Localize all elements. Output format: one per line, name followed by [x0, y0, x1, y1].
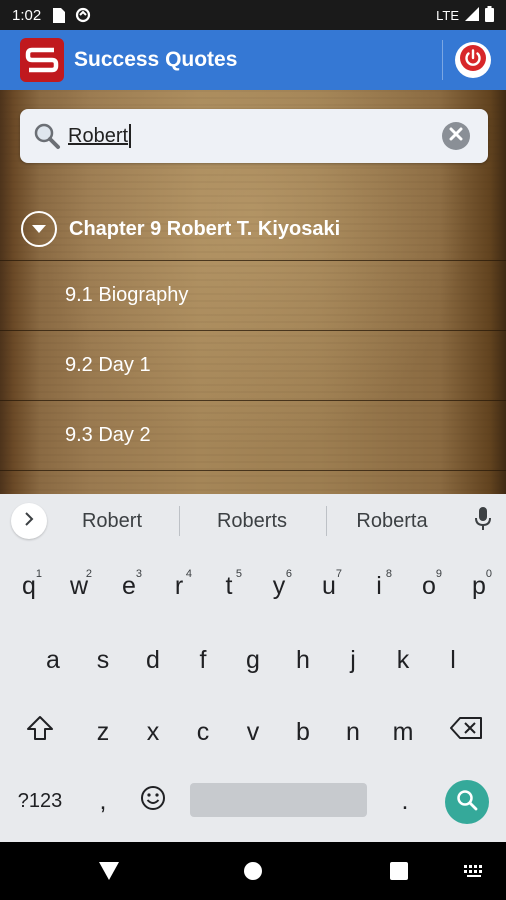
navigation-bar [0, 842, 506, 900]
list-item-label: 9.3 Day 2 [65, 424, 151, 446]
chapter-header[interactable]: Chapter 9 Robert T. Kiyosaki [0, 198, 506, 260]
keyboard: q1w2e3r4t5y6u7i8o9p0 asdfghjkl zxcvbnm ?… [0, 548, 506, 842]
content-area: Robert Chapter 9 Robert T. Kiyosaki 9.1 … [0, 90, 506, 494]
key-x[interactable]: x [128, 704, 178, 760]
key-h[interactable]: h [278, 632, 328, 688]
backspace-icon [450, 716, 482, 746]
battery-icon [485, 5, 494, 25]
clear-icon [449, 127, 463, 146]
key-r[interactable]: r4 [154, 558, 204, 614]
suggestion-2[interactable]: Roberts [187, 494, 317, 548]
key-hint: 0 [485, 568, 492, 580]
key-n[interactable]: n [328, 704, 378, 760]
suggestion-3[interactable]: Roberta [332, 494, 452, 548]
key-hint: 7 [335, 568, 342, 580]
list-item-label: 9.2 Day 1 [65, 354, 151, 376]
app-bar: Success Quotes [0, 30, 506, 90]
key-hint: 5 [235, 568, 242, 580]
chevron-down-icon[interactable] [21, 211, 57, 247]
suggestion-1[interactable]: Robert [52, 494, 172, 548]
network-type: LTE [436, 7, 459, 23]
spacebar[interactable] [190, 783, 367, 817]
key-m[interactable]: m [378, 704, 428, 760]
comma-key[interactable]: , [78, 776, 128, 826]
list-item[interactable]: 9.1 Biography [0, 260, 506, 330]
key-l[interactable]: l [428, 632, 478, 688]
keyboard-switch-icon[interactable] [456, 842, 492, 900]
data-saver-icon [75, 7, 91, 23]
key-p[interactable]: p0 [454, 558, 504, 614]
key-q[interactable]: q1 [4, 558, 54, 614]
key-y[interactable]: y6 [254, 558, 304, 614]
app-bar-divider [442, 40, 443, 80]
key-j[interactable]: j [328, 632, 378, 688]
list-item[interactable]: 9.2 Day 1 [0, 330, 506, 400]
text-cursor [129, 124, 132, 148]
key-v[interactable]: v [228, 704, 278, 760]
recents-icon[interactable] [374, 842, 424, 900]
emoji-icon [140, 785, 166, 818]
status-bar: 1:02 LTE [0, 0, 506, 30]
key-t[interactable]: t5 [204, 558, 254, 614]
chapter-title: Chapter 9 Robert T. Kiyosaki [69, 217, 341, 240]
list-item[interactable] [0, 470, 506, 494]
emoji-key[interactable] [128, 776, 178, 826]
signal-icon [465, 6, 479, 24]
key-hint: 4 [185, 568, 192, 580]
sim-card-icon [53, 7, 66, 23]
key-z[interactable]: z [78, 704, 128, 760]
key-o[interactable]: o9 [404, 558, 454, 614]
suggestion-divider [326, 506, 327, 536]
key-hint: 3 [135, 568, 142, 580]
list-item-label: 9.1 Biography [65, 284, 189, 306]
suggestion-divider [179, 506, 180, 536]
shift-icon [26, 715, 54, 748]
status-time: 1:02 [12, 6, 42, 24]
app-title: Success Quotes [74, 48, 238, 71]
expand-suggestions-button[interactable] [11, 503, 47, 539]
power-button[interactable] [455, 42, 491, 78]
key-c[interactable]: c [178, 704, 228, 760]
key-hint: 1 [35, 568, 42, 580]
chevron-right-icon [24, 511, 34, 531]
search-icon [30, 119, 64, 153]
power-icon [459, 44, 487, 77]
key-i[interactable]: i8 [354, 558, 404, 614]
key-u[interactable]: u7 [304, 558, 354, 614]
key-hint: 8 [385, 568, 392, 580]
key-b[interactable]: b [278, 704, 328, 760]
key-g[interactable]: g [228, 632, 278, 688]
search-icon [456, 789, 478, 816]
clear-search-button[interactable] [442, 122, 470, 150]
key-hint: 9 [435, 568, 442, 580]
suggestion-strip: Robert Roberts Roberta [0, 494, 506, 548]
key-hint: 2 [85, 568, 92, 580]
list-item[interactable]: 9.3 Day 2 [0, 400, 506, 470]
key-d[interactable]: d [128, 632, 178, 688]
key-k[interactable]: k [378, 632, 428, 688]
key-e[interactable]: e3 [104, 558, 154, 614]
search-box[interactable]: Robert [20, 109, 488, 163]
home-icon[interactable] [228, 842, 278, 900]
key-s[interactable]: s [78, 632, 128, 688]
mic-icon [475, 506, 491, 536]
success-quotes-logo [20, 38, 64, 82]
key-a[interactable]: a [28, 632, 78, 688]
back-icon[interactable] [84, 842, 134, 900]
search-input[interactable]: Robert [68, 125, 128, 148]
shift-key[interactable] [15, 706, 65, 756]
backspace-key[interactable] [440, 706, 492, 756]
symbols-key[interactable]: ?123 [8, 776, 72, 826]
key-w[interactable]: w2 [54, 558, 104, 614]
keyboard-search-button[interactable] [445, 780, 489, 824]
period-key[interactable]: . [380, 776, 430, 826]
key-hint: 6 [285, 568, 292, 580]
key-f[interactable]: f [178, 632, 228, 688]
mic-button[interactable] [470, 506, 496, 536]
